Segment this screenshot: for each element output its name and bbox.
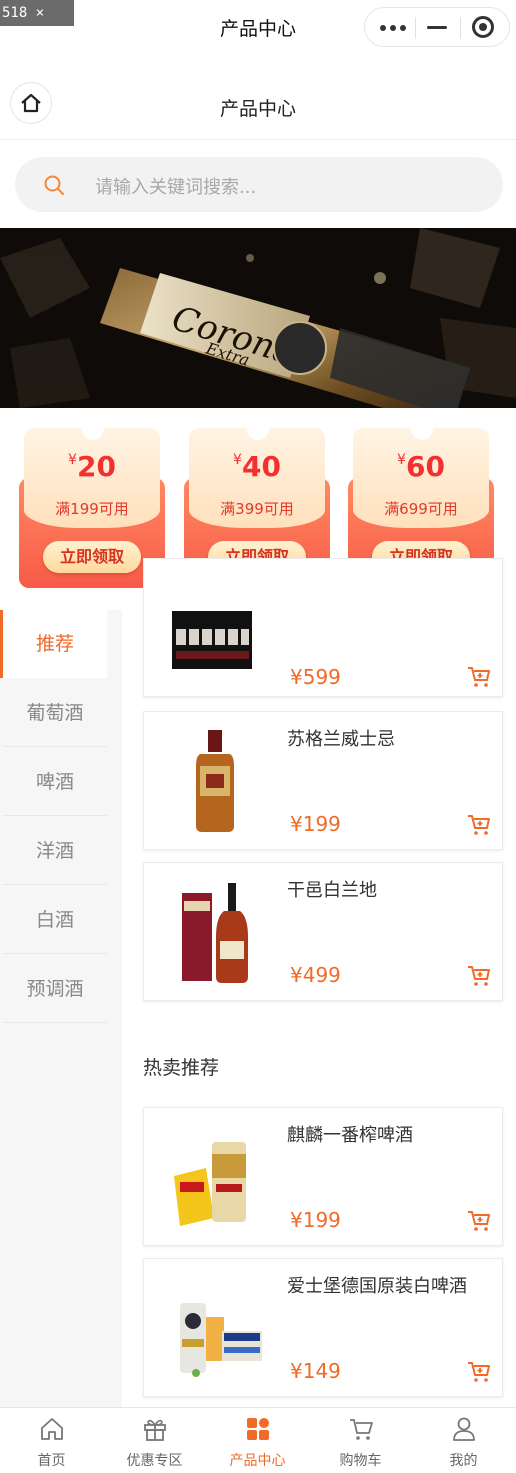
coupon-notch [82,418,104,440]
add-to-cart-icon[interactable] [467,1210,491,1232]
add-to-cart-icon[interactable] [467,814,491,836]
coupon-amount: ¥60 [397,450,445,483]
tab-products[interactable]: 产品中心 [206,1408,309,1473]
sidebar-item-wine[interactable]: 葡萄酒 [3,679,107,747]
bottom-tab-bar: 首页 优惠专区 产品中心 购物车 我的 [0,1407,516,1473]
top-nav-bar: 产品中心 [0,0,516,54]
product-name: 干邑白兰地 [287,880,377,901]
product-card[interactable]: 爱士堡德国原装白啤酒 ¥149 [143,1258,503,1397]
product-price: ¥149 [290,1359,341,1383]
coupon-notch [247,418,269,440]
tab-home[interactable]: 首页 [0,1408,103,1473]
product-name: 苏格兰威士忌 [287,729,395,750]
search-input[interactable]: 请输入关键词搜索... [15,157,503,212]
home-icon [41,1418,63,1440]
product-name: 麒麟一番榨啤酒 [287,1125,413,1146]
grid-icon [247,1418,269,1440]
hot-section-title: 热卖推荐 [143,1057,220,1079]
beer-bottle-banner-image: Corona Extra [0,228,516,408]
minimize-icon[interactable] [427,26,447,29]
search-placeholder: 请输入关键词搜索... [95,177,257,198]
search-icon [44,175,64,195]
coupon-notch [411,418,433,440]
cart-icon [350,1419,373,1440]
add-to-cart-icon[interactable] [467,1361,491,1383]
page-title: 产品中心 [219,98,296,120]
sidebar-item-baijiu[interactable]: 白酒 [3,886,107,954]
sidebar-item-beer[interactable]: 啤酒 [3,748,107,816]
claim-coupon-button[interactable]: 立即领取 [43,541,141,573]
promo-banner[interactable]: Corona Extra [0,228,516,408]
beer-can-image [174,1142,246,1226]
add-to-cart-icon[interactable] [467,666,491,688]
category-sidebar: 推荐 葡萄酒 啤酒 洋酒 白酒 预调酒 [0,610,122,1407]
sidebar-item-spirits[interactable]: 洋酒 [3,817,107,885]
product-card[interactable]: 麒麟一番榨啤酒 ¥199 [143,1107,503,1246]
coupon-amount: ¥20 [68,450,116,483]
product-card[interactable]: ¥599 [143,558,503,697]
user-icon [453,1417,475,1441]
gift-icon [144,1419,166,1441]
tab-profile[interactable]: 我的 [412,1408,515,1473]
wine-case-image [172,611,252,669]
product-price: ¥199 [290,812,341,836]
tab-cart[interactable]: 购物车 [309,1408,412,1473]
product-price: ¥499 [290,963,341,987]
capsule-divider [415,17,416,39]
product-price: ¥199 [290,1208,341,1232]
page-header: 产品中心 [0,80,516,140]
product-price: ¥599 [290,665,341,689]
more-icon[interactable] [380,25,408,31]
sidebar-item-recommend[interactable]: 推荐 [0,610,107,678]
close-target-icon[interactable] [472,16,494,38]
coupon-amount: ¥40 [233,450,281,483]
mini-program-capsule [364,7,510,47]
sidebar-item-premix[interactable]: 预调酒 [3,955,107,1023]
capsule-divider [460,17,461,39]
add-to-cart-icon[interactable] [467,965,491,987]
product-name: 爱士堡德国原装白啤酒 [287,1276,467,1297]
cognac-bottle-image [182,883,248,983]
product-card[interactable]: 干邑白兰地 ¥499 [143,862,503,1001]
coupon-condition: 满199可用 [55,500,129,518]
whisky-bottle-image [196,730,234,832]
coupon-condition: 满699可用 [384,500,458,518]
coupon-condition: 满399可用 [220,500,294,518]
wheat-beer-pack-image [180,1303,262,1377]
product-card[interactable]: 苏格兰威士忌 ¥199 [143,711,503,850]
tab-promotions[interactable]: 优惠专区 [103,1408,206,1473]
